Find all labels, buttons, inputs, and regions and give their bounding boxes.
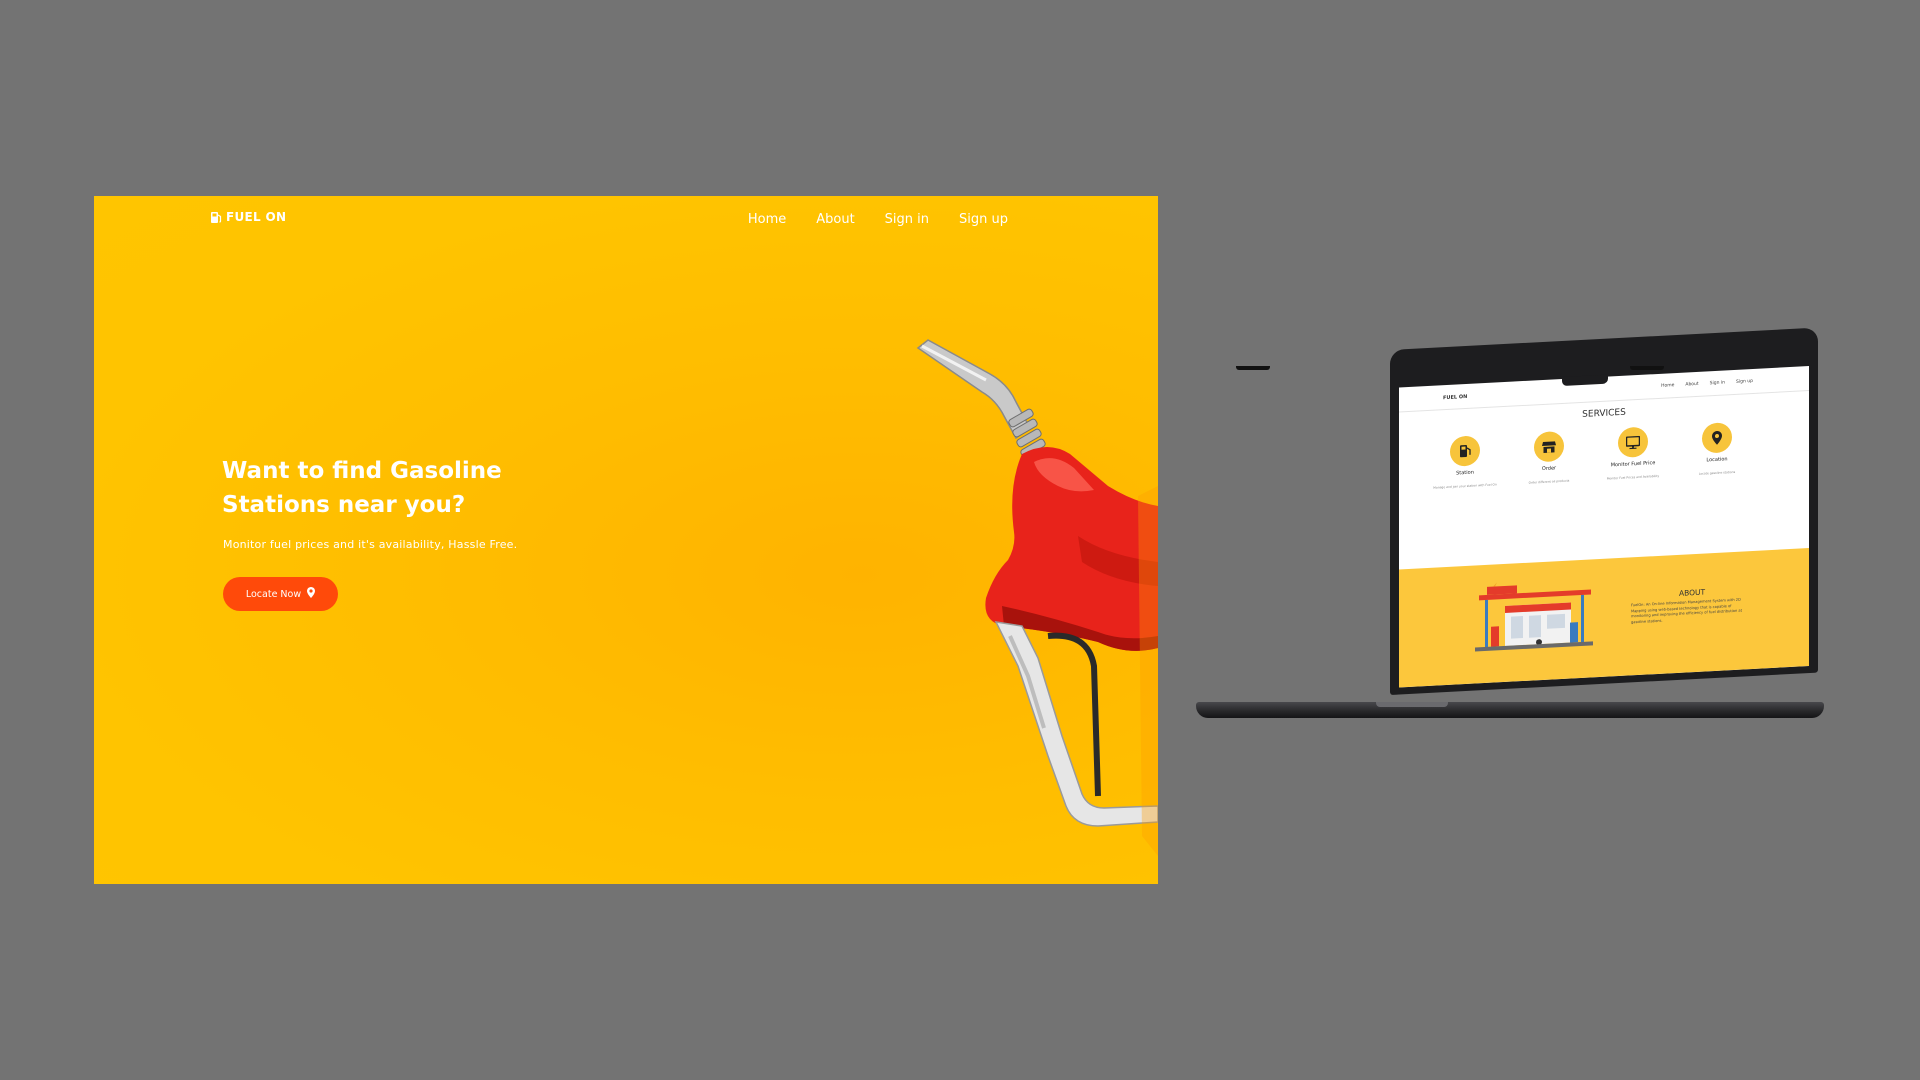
service-desc: Monitor Fuel Prices and Availability	[1606, 473, 1660, 481]
about-title: ABOUT	[1679, 587, 1706, 598]
mini-nav-sign-in[interactable]: Sign in	[1710, 380, 1725, 386]
fuel-nozzle-illustration	[916, 339, 1158, 856]
service-monitor-fuel-price[interactable]: Monitor Fuel Price Monitor Fuel Prices a…	[1607, 426, 1659, 481]
mini-nav-about[interactable]: About	[1685, 382, 1698, 388]
mini-brand-logo[interactable]: FUEL ON	[1443, 394, 1467, 401]
mini-nav-sign-up[interactable]: Sign up	[1736, 379, 1753, 385]
nav-home[interactable]: Home	[748, 212, 786, 227]
brand-logo[interactable]: FUEL ON	[210, 210, 286, 224]
mini-nav-home[interactable]: Home	[1661, 383, 1674, 389]
store-icon	[1534, 430, 1564, 463]
service-desc: Manage and join your station with Fuel O…	[1433, 482, 1497, 490]
laptop-screen-frame: FUEL ON Home About Sign in Sign up SERVI…	[1390, 327, 1818, 695]
service-order[interactable]: Order Order different oil products	[1523, 430, 1575, 485]
headline-line-1: Want to find Gasoline	[222, 458, 502, 484]
about-text: FuelOn: An On-line Information Managemen…	[1631, 597, 1743, 625]
service-name: Monitor Fuel Price	[1610, 460, 1656, 469]
locate-now-button[interactable]: Locate Now	[223, 577, 338, 611]
nav-sign-up[interactable]: Sign up	[959, 212, 1008, 227]
service-name: Location	[1706, 456, 1728, 464]
service-station[interactable]: Station Manage and join your station wit…	[1433, 435, 1497, 490]
headline-line-2: Stations near you?	[222, 492, 466, 518]
fuel-pump-icon	[210, 211, 222, 224]
services-list: Station Manage and join your station wit…	[1433, 422, 1743, 490]
locate-now-label: Locate Now	[245, 588, 302, 600]
laptop-foot-left	[1236, 366, 1270, 370]
monitor-icon	[1618, 426, 1648, 459]
service-name: Station	[1456, 469, 1474, 477]
main-nav: Home About Sign in Sign up	[748, 212, 1008, 227]
top-navbar: FUEL ON Home About Sign in Sign up	[94, 196, 1158, 246]
about-section: ABOUT FuelOn: An On-line Information Man…	[1399, 548, 1809, 688]
hero-subtitle: Monitor fuel prices and it's availabilit…	[223, 538, 518, 551]
trackpad-notch	[1376, 702, 1448, 707]
service-desc: Order different oil products	[1528, 478, 1570, 485]
laptop-foot-right	[1630, 366, 1664, 370]
hero-screenshot: FUEL ON Home About Sign in Sign up Want …	[94, 196, 1158, 884]
nav-about[interactable]: About	[816, 212, 854, 227]
hero-headline: Want to find Gasoline Stations near you?	[222, 454, 542, 522]
map-pin-icon	[1702, 422, 1732, 454]
laptop-screen: FUEL ON Home About Sign in Sign up SERVI…	[1399, 366, 1809, 688]
nav-sign-in[interactable]: Sign in	[885, 212, 929, 227]
service-location[interactable]: Location Locate gasoline stations	[1691, 422, 1743, 477]
map-pin-icon	[307, 587, 316, 601]
laptop-base	[1196, 702, 1824, 718]
fuel-pump-icon	[1450, 435, 1480, 467]
service-desc: Locate gasoline stations	[1698, 469, 1736, 476]
brand-name: FUEL ON	[226, 210, 287, 224]
gas-station-illustration	[1475, 582, 1593, 652]
mini-nav-links: Home About Sign in Sign up	[1661, 379, 1753, 389]
service-name: Order	[1541, 465, 1557, 473]
